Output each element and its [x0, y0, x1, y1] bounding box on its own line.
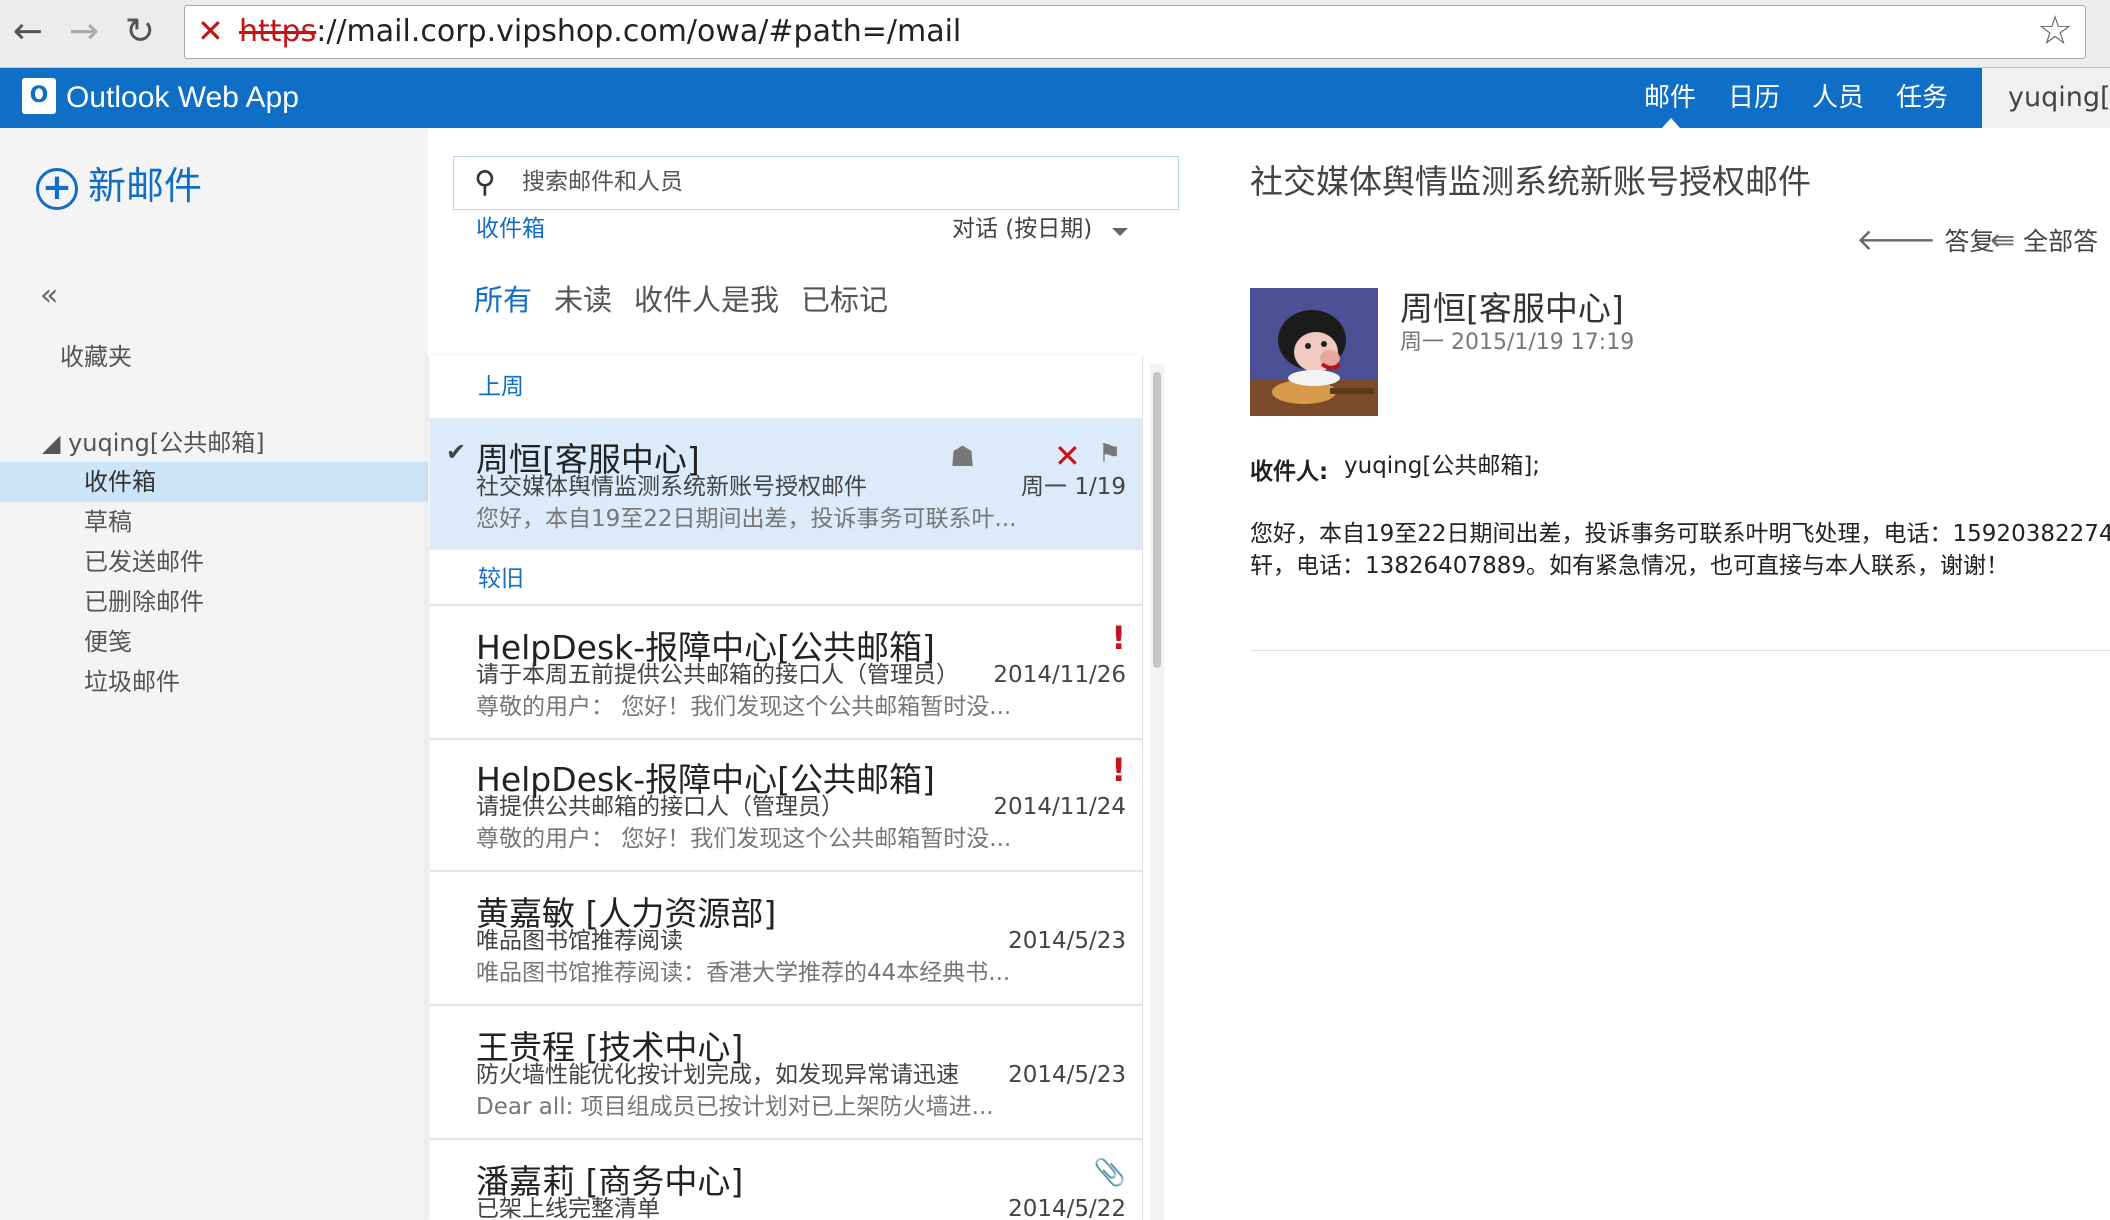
message-preview: 尊敬的用户： 您好！我们发现这个公共邮箱暂时没...: [476, 826, 1012, 852]
to-recipient[interactable]: yuqing[公共邮箱];: [1344, 450, 1540, 482]
high-importance-icon: !: [1111, 751, 1126, 789]
security-error-icon[interactable]: ✕: [197, 12, 224, 50]
message-subject: 防火墙性能优化按计划完成，如发现异常请迅速: [476, 1062, 959, 1088]
message-list: 上周 ✔ 周恒[客服中心] ☗ ✕ ⚑ 社交媒体舆情监测系统新账号授权邮件 周一…: [430, 356, 1143, 1220]
folder-inbox[interactable]: 收件箱: [0, 462, 428, 502]
app-header: O Outlook Web App 邮件 日历 人员 任务 yuqing[公: [0, 68, 2110, 128]
sender-photo: [1250, 288, 1378, 416]
reply-arrow-icon: 🡐: [1856, 223, 1937, 258]
app-title: Outlook Web App: [66, 81, 299, 114]
filter-bar: 所有 未读 收件人是我 已标记: [474, 280, 910, 320]
account-folder-header[interactable]: ◢ yuqing[公共邮箱]: [42, 426, 265, 460]
check-icon[interactable]: ✔: [446, 438, 466, 466]
body-line: 您好，本自19至22日期间出差，投诉事务可联系叶明飞处理，电话：15920382…: [1250, 521, 2110, 547]
message-preview: Dear all: 项目组成员已按计划对已上架防火墙进...: [476, 1094, 994, 1120]
message-date: 2014/5/23: [1008, 928, 1126, 954]
folder-notes[interactable]: 便笺: [0, 622, 428, 662]
new-mail-button[interactable]: 新邮件: [88, 160, 202, 212]
favorites-header[interactable]: 收藏夹: [60, 340, 132, 374]
filter-flagged[interactable]: 已标记: [801, 280, 888, 320]
message-date: 周一 1/19: [1021, 474, 1126, 500]
bookmark-star-icon[interactable]: ☆: [2037, 10, 2073, 52]
outlook-logo-icon: O: [22, 78, 56, 114]
body-line: 轩，电话：13826407889。如有紧急情况，也可直接与本人联系，谢谢！: [1250, 553, 2009, 579]
message-item[interactable]: 王贵程 [技术中心] 防火墙性能优化按计划完成，如发现异常请迅速 2014/5/…: [430, 1006, 1142, 1140]
reply-label: 答复: [1944, 227, 1995, 256]
reading-subject: 社交媒体舆情监测系统新账号授权邮件: [1250, 162, 1811, 201]
message-item[interactable]: 黄嘉敏 [人力资源部] 唯品图书馆推荐阅读 2014/5/23 唯品图书馆推荐阅…: [430, 872, 1142, 1006]
new-mail-plus-icon[interactable]: +: [36, 168, 78, 210]
message-subject: 社交媒体舆情监测系统新账号授权邮件: [476, 474, 867, 500]
reply-button[interactable]: 🡐 答复: [1856, 224, 1994, 259]
nav-people[interactable]: 人员: [1812, 80, 1864, 116]
user-name: yuqing[公: [2008, 82, 2110, 113]
message-list-scrollbar[interactable]: [1150, 364, 1164, 1220]
filter-all[interactable]: 所有: [474, 280, 532, 320]
message-date: 2014/11/26: [993, 662, 1126, 688]
back-icon[interactable]: ←: [4, 10, 52, 54]
high-importance-icon: !: [1111, 619, 1126, 657]
search-icon[interactable]: ⚲: [474, 167, 496, 199]
folder-junk[interactable]: 垃圾邮件: [0, 662, 428, 702]
folder-pane: + 新邮件 « 收藏夹 ◢ yuqing[公共邮箱] 收件箱 草稿 已发送邮件 …: [0, 128, 428, 1220]
flag-icon[interactable]: ⚑: [1098, 436, 1121, 472]
message-item[interactable]: HelpDesk-报障中心[公共邮箱] ! 请于本周五前提供公共邮箱的接口人（管…: [430, 604, 1142, 740]
chevron-down-icon[interactable]: [1112, 228, 1128, 236]
scrollbar-thumb[interactable]: [1153, 372, 1161, 668]
section-last-week: 上周: [478, 374, 524, 400]
folder-list: 收件箱 草稿 已发送邮件 已删除邮件 便笺 垃圾邮件: [0, 462, 428, 702]
active-nav-indicator: [1662, 118, 1680, 128]
reload-icon[interactable]: ↻: [116, 10, 164, 54]
message-date: 2014/5/22: [1008, 1196, 1126, 1220]
folder-sent[interactable]: 已发送邮件: [0, 542, 428, 582]
forward-icon[interactable]: →: [60, 10, 108, 54]
filter-unread[interactable]: 未读: [554, 280, 612, 320]
message-date: 2014/11/24: [993, 794, 1126, 820]
divider: [1250, 650, 2110, 651]
message-item[interactable]: 潘嘉莉 [商务中心] 📎 已架上线完整清单 2014/5/22: [430, 1140, 1142, 1220]
reply-all-button[interactable]: ⇚ 全部答: [1990, 224, 2098, 259]
attachment-icon: 📎: [1093, 1158, 1126, 1188]
nav-tasks[interactable]: 任务: [1896, 80, 1948, 116]
sort-dropdown[interactable]: 对话 (按日期): [952, 212, 1092, 246]
reading-date: 周一 2015/1/19 17:19: [1400, 330, 1635, 355]
address-bar[interactable]: ✕ https://mail.corp.vipshop.com/owa/#pat…: [184, 5, 2086, 59]
nav-mail[interactable]: 邮件: [1644, 80, 1696, 116]
ignore-conversation-icon[interactable]: ☗: [950, 440, 975, 473]
url-text[interactable]: https://mail.corp.vipshop.com/owa/#path=…: [239, 14, 961, 50]
message-preview: 尊敬的用户： 您好！我们发现这个公共邮箱暂时没...: [476, 694, 1012, 720]
message-preview: 您好，本自19至22日期间出差，投诉事务可联系叶...: [476, 506, 1017, 532]
message-body: 您好，本自19至22日期间出差，投诉事务可联系叶明飞处理，电话：15920382…: [1250, 518, 2110, 582]
current-folder-label: 收件箱: [476, 216, 545, 242]
folder-drafts[interactable]: 草稿: [0, 502, 428, 542]
url-path: ://mail.corp.vipshop.com/owa/#path=/mail: [316, 14, 962, 49]
message-item[interactable]: ✔ 周恒[客服中心] ☗ ✕ ⚑ 社交媒体舆情监测系统新账号授权邮件 周一 1/…: [430, 418, 1142, 550]
url-protocol: https: [239, 14, 317, 49]
to-label: 收件人:: [1250, 459, 1329, 485]
message-preview: 唯品图书馆推荐阅读：香港大学推荐的44本经典书...: [476, 960, 1011, 986]
message-item[interactable]: HelpDesk-报障中心[公共邮箱] ! 请提供公共邮箱的接口人（管理员） 2…: [430, 738, 1142, 872]
nav-calendar[interactable]: 日历: [1728, 80, 1780, 116]
search-input[interactable]: 搜索邮件和人员: [522, 165, 683, 199]
message-subject: 请于本周五前提供公共邮箱的接口人（管理员）: [476, 662, 959, 688]
delete-icon[interactable]: ✕: [1054, 438, 1081, 474]
folder-deleted[interactable]: 已删除邮件: [0, 582, 428, 622]
user-menu[interactable]: yuqing[公: [1982, 68, 2110, 128]
message-date: 2014/5/23: [1008, 1062, 1126, 1088]
section-older: 较旧: [478, 566, 524, 592]
filter-to-me[interactable]: 收件人是我: [634, 280, 779, 320]
reading-sender[interactable]: 周恒[客服中心]: [1400, 288, 1624, 330]
message-subject: 请提供公共邮箱的接口人（管理员）: [476, 794, 844, 820]
collapse-pane-icon[interactable]: «: [40, 278, 58, 313]
reply-all-label: 全部答: [2023, 227, 2099, 256]
search-box[interactable]: ⚲ 搜索邮件和人员: [453, 156, 1179, 210]
browser-toolbar: ← → ↻ ✕ https://mail.corp.vipshop.com/ow…: [0, 0, 2110, 68]
avatar: [1250, 288, 1378, 416]
message-subject: 唯品图书馆推荐阅读: [476, 928, 683, 954]
message-subject: 已架上线完整清单: [476, 1196, 660, 1220]
reply-all-arrow-icon: ⇚: [1990, 223, 2016, 258]
